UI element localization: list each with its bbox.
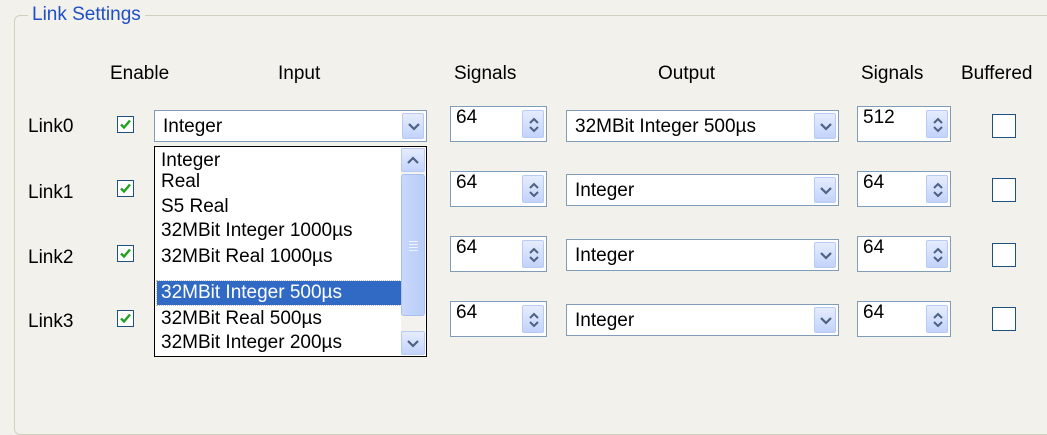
input-combo-link0[interactable]: Integer xyxy=(154,110,427,142)
chevron-down-icon xyxy=(820,317,832,325)
signals-out-value-link2: 64 xyxy=(863,237,885,258)
output-combo-link1[interactable]: Integer xyxy=(566,174,839,206)
output-combo-link0[interactable]: 32MBit Integer 500µs xyxy=(566,110,839,142)
scroll-down-button[interactable] xyxy=(401,331,425,355)
header-signals-in: Signals xyxy=(454,63,517,84)
signals-in-value-link2: 64 xyxy=(456,237,478,258)
output-value-link3: Integer xyxy=(575,310,635,331)
signals-in-spinner-link1[interactable]: 64 xyxy=(450,171,547,207)
row-label-link1: Link1 xyxy=(28,182,74,203)
input-dropdown-list[interactable]: Integer Real S5 Real 32MBit Integer 1000… xyxy=(154,146,427,357)
dropdown-item[interactable]: 32MBit Integer 1000µs xyxy=(157,219,401,243)
scroll-up-button[interactable] xyxy=(401,148,425,172)
thumb-grip xyxy=(409,247,418,248)
spin-buttons[interactable] xyxy=(522,240,544,268)
thumb-grip xyxy=(409,244,418,245)
dropdown-item[interactable]: 32MBit Real 1000µs xyxy=(157,245,401,269)
up-down-arrows-icon xyxy=(529,247,539,263)
enable-checkbox-link2[interactable] xyxy=(117,245,134,262)
scroll-thumb[interactable] xyxy=(401,174,425,316)
output-value-link2: Integer xyxy=(575,245,635,266)
chevron-up-icon xyxy=(407,156,419,164)
enable-checkbox-link3[interactable] xyxy=(117,310,134,327)
signals-out-spinner-link1[interactable]: 64 xyxy=(857,171,951,207)
enable-checkbox-link1[interactable] xyxy=(117,180,134,197)
buffered-checkbox-link0[interactable] xyxy=(992,114,1016,138)
output-dropdown-button-link3[interactable] xyxy=(814,307,836,333)
signals-in-spinner-link2[interactable]: 64 xyxy=(450,236,547,272)
dropdown-item[interactable]: S5 Real xyxy=(157,195,401,219)
up-down-arrows-icon xyxy=(933,247,943,263)
spin-buttons[interactable] xyxy=(522,110,544,138)
output-value-link1: Integer xyxy=(575,180,635,201)
signals-in-value-link3: 64 xyxy=(456,302,478,323)
dropdown-item[interactable]: 32MBit Integer 200µs xyxy=(157,331,401,355)
signals-out-spinner-link3[interactable]: 64 xyxy=(857,301,951,337)
spin-buttons[interactable] xyxy=(522,305,544,333)
spin-buttons[interactable] xyxy=(926,175,948,203)
chevron-down-icon xyxy=(407,340,419,348)
signals-out-value-link0: 512 xyxy=(863,107,895,128)
row-label-link0: Link0 xyxy=(28,116,74,137)
output-dropdown-button-link0[interactable] xyxy=(814,113,836,139)
up-down-arrows-icon xyxy=(933,182,943,198)
buffered-checkbox-link3[interactable] xyxy=(992,307,1016,331)
spin-buttons[interactable] xyxy=(926,110,948,138)
header-enable: Enable xyxy=(110,63,170,84)
spin-buttons[interactable] xyxy=(926,305,948,333)
buffered-checkbox-link1[interactable] xyxy=(992,178,1016,202)
signals-out-spinner-link0[interactable]: 512 xyxy=(857,106,951,142)
dropdown-item[interactable]: 32MBit Real 500µs xyxy=(157,307,401,331)
chevron-down-icon xyxy=(408,123,420,131)
up-down-arrows-icon xyxy=(933,117,943,133)
dropdown-scrollbar[interactable] xyxy=(401,148,425,355)
spin-buttons[interactable] xyxy=(522,175,544,203)
header-buffered: Buffered xyxy=(961,63,1033,84)
thumb-grip xyxy=(409,241,418,242)
output-value-link0: 32MBit Integer 500µs xyxy=(575,116,756,137)
signals-in-value-link1: 64 xyxy=(456,172,478,193)
header-output: Output xyxy=(658,63,716,84)
up-down-arrows-icon xyxy=(933,312,943,328)
output-combo-link3[interactable]: Integer xyxy=(566,304,839,336)
buffered-checkbox-link2[interactable] xyxy=(992,243,1016,267)
signals-out-spinner-link2[interactable]: 64 xyxy=(857,236,951,272)
dropdown-item-selected[interactable]: 32MBit Integer 500µs xyxy=(156,280,402,306)
output-combo-link2[interactable]: Integer xyxy=(566,239,839,271)
row-label-link2: Link2 xyxy=(28,247,74,268)
signals-out-value-link3: 64 xyxy=(863,302,885,323)
check-icon xyxy=(120,183,131,194)
chevron-down-icon xyxy=(820,123,832,131)
spin-buttons[interactable] xyxy=(926,240,948,268)
chevron-down-icon xyxy=(820,187,832,195)
check-icon xyxy=(120,313,131,324)
up-down-arrows-icon xyxy=(529,182,539,198)
header-input: Input xyxy=(278,63,321,84)
signals-out-value-link1: 64 xyxy=(863,172,885,193)
check-icon xyxy=(120,119,131,130)
signals-in-spinner-link3[interactable]: 64 xyxy=(450,301,547,337)
row-label-link3: Link3 xyxy=(28,311,74,332)
enable-checkbox-link0[interactable] xyxy=(117,116,134,133)
signals-in-spinner-link0[interactable]: 64 xyxy=(450,106,547,142)
output-dropdown-button-link2[interactable] xyxy=(814,242,836,268)
input-dropdown-button-link0[interactable] xyxy=(402,113,424,139)
dropdown-item[interactable]: Real xyxy=(157,170,401,194)
signals-in-value-link0: 64 xyxy=(456,107,478,128)
check-icon xyxy=(120,248,131,259)
up-down-arrows-icon xyxy=(529,312,539,328)
up-down-arrows-icon xyxy=(529,117,539,133)
header-signals-out: Signals xyxy=(861,63,924,84)
output-dropdown-button-link1[interactable] xyxy=(814,177,836,203)
thumb-grip xyxy=(409,250,418,251)
group-title: Link Settings xyxy=(28,3,145,27)
input-value-link0: Integer xyxy=(163,116,223,137)
chevron-down-icon xyxy=(820,252,832,260)
